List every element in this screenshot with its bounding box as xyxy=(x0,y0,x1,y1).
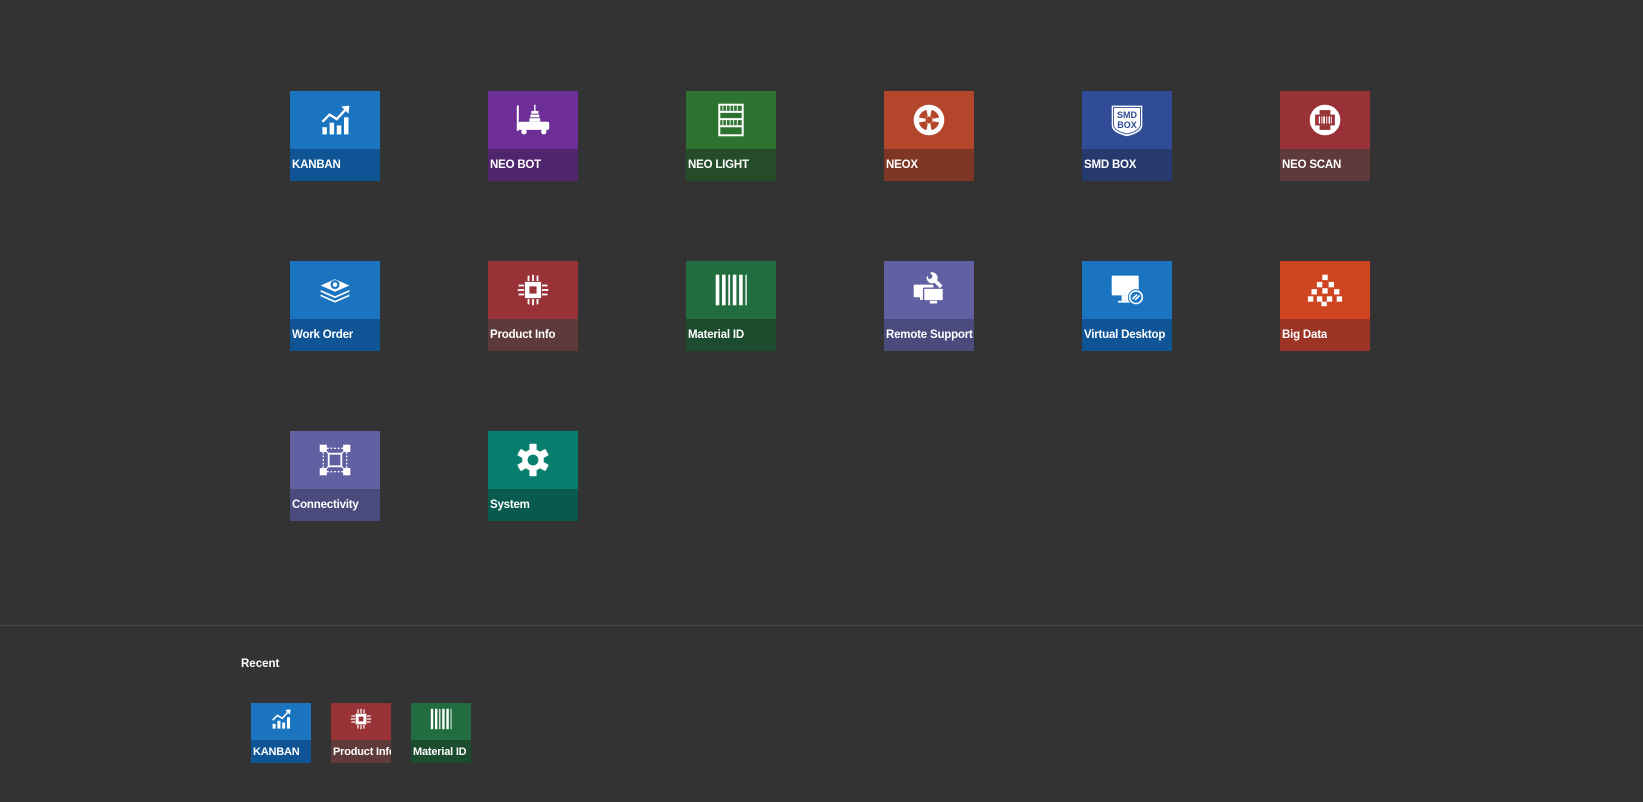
app-tile-work-order[interactable]: Work Order xyxy=(290,261,380,351)
tile-icon-area xyxy=(251,703,311,740)
tile-label-bar: KANBAN xyxy=(290,149,380,181)
tile-icon-area xyxy=(686,261,776,319)
tile-label: Work Order xyxy=(292,329,354,341)
tile-icon-area xyxy=(411,703,471,740)
tile-icon-area xyxy=(1082,261,1172,319)
recent-tile-material-id[interactable]: Material ID xyxy=(411,703,471,763)
tile-label: Material ID xyxy=(688,329,744,341)
tile-label-bar: Connectivity xyxy=(290,489,380,521)
tile-label-bar: Big Data xyxy=(1280,319,1370,351)
app-tile-material-id[interactable]: Material ID xyxy=(686,261,776,351)
app-tile-neo-light[interactable]: NEO LIGHT xyxy=(686,91,776,181)
tile-label-bar: Work Order xyxy=(290,319,380,351)
layers-icon xyxy=(317,272,353,308)
tile-label-bar: Material ID xyxy=(411,740,471,763)
tile-icon-area xyxy=(290,91,380,149)
chip-icon xyxy=(515,272,551,308)
app-tile-kanban[interactable]: KANBAN xyxy=(290,91,380,181)
tile-label-bar: Material ID xyxy=(686,319,776,351)
app-tile-product-info[interactable]: Product Info xyxy=(488,261,578,351)
recent-tile-kanban[interactable]: KANBAN xyxy=(251,703,311,763)
tile-label-bar: Virtual Desktop xyxy=(1082,319,1172,351)
chart-icon xyxy=(317,102,353,138)
shelf-icon xyxy=(713,102,749,138)
tile-label-bar: Product Info xyxy=(331,740,391,763)
tile-label-bar: KANBAN xyxy=(251,740,311,763)
tile-label-bar: NEO LIGHT xyxy=(686,149,776,181)
tile-label: Remote Support xyxy=(886,329,973,341)
recent-title: Recent xyxy=(241,658,280,670)
app-tile-system[interactable]: System xyxy=(488,431,578,521)
tile-icon-area: SMD BOX xyxy=(1082,91,1172,149)
tile-label: Product Info xyxy=(490,329,556,341)
reel-icon xyxy=(911,102,947,138)
chart-icon xyxy=(269,707,293,736)
tile-label-bar: Remote Support xyxy=(884,319,974,351)
barcode-icon xyxy=(429,707,453,736)
tile-label-bar: SMD BOX xyxy=(1082,149,1172,181)
tile-label: Material ID xyxy=(413,745,467,758)
tile-label-bar: NEOX xyxy=(884,149,974,181)
tile-label: System xyxy=(490,499,530,511)
tile-icon-area xyxy=(331,703,391,740)
tile-label-bar: Product Info xyxy=(488,319,578,351)
tile-icon-area xyxy=(1280,91,1370,149)
app-tile-virtual-desktop[interactable]: Virtual Desktop xyxy=(1082,261,1172,351)
recent-tile-product-info[interactable]: Product Info xyxy=(331,703,391,763)
cubes-icon xyxy=(1307,272,1343,308)
chip-icon xyxy=(349,707,373,736)
app-tile-big-data[interactable]: Big Data xyxy=(1280,261,1370,351)
tile-label: Connectivity xyxy=(292,499,359,511)
robot-icon xyxy=(515,102,551,138)
barcode-icon xyxy=(713,272,749,308)
tile-label: Big Data xyxy=(1282,329,1328,341)
remote-support-icon xyxy=(911,272,947,308)
connectivity-icon xyxy=(317,442,353,478)
divider xyxy=(0,625,1643,626)
tile-icon-area xyxy=(488,261,578,319)
tile-label: KANBAN xyxy=(253,745,300,758)
tile-icon-area xyxy=(488,91,578,149)
tile-label-bar: NEO SCAN xyxy=(1280,149,1370,181)
tile-label-bar: NEO BOT xyxy=(488,149,578,181)
app-tile-neo-scan[interactable]: NEO SCAN xyxy=(1280,91,1370,181)
svg-text:SMD: SMD xyxy=(1117,110,1138,120)
gear-icon xyxy=(515,442,551,478)
tile-label: SMD BOX xyxy=(1084,159,1137,171)
tile-icon-area xyxy=(1280,261,1370,319)
tile-icon-area xyxy=(488,431,578,489)
tile-icon-area xyxy=(686,91,776,149)
tile-label: NEO BOT xyxy=(490,159,541,171)
app-grid: KANBAN NEO BOT NEO LIGHT NEOX SMD BOX SMD… xyxy=(290,91,1370,521)
tile-label: KANBAN xyxy=(292,159,341,171)
smd-box-icon: SMD BOX xyxy=(1109,102,1145,138)
tile-label: NEOX xyxy=(886,159,918,171)
tile-icon-area xyxy=(290,431,380,489)
svg-text:BOX: BOX xyxy=(1117,120,1137,130)
tile-label: Product Info xyxy=(333,745,391,758)
app-tile-neo-bot[interactable]: NEO BOT xyxy=(488,91,578,181)
app-tile-neox[interactable]: NEOX xyxy=(884,91,974,181)
virtual-desktop-icon xyxy=(1109,272,1145,308)
app-tile-remote-support[interactable]: Remote Support xyxy=(884,261,974,351)
tile-icon-area xyxy=(884,261,974,319)
app-tile-connectivity[interactable]: Connectivity xyxy=(290,431,380,521)
tile-icon-area xyxy=(884,91,974,149)
scan-icon xyxy=(1307,102,1343,138)
tile-label: NEO SCAN xyxy=(1282,159,1342,171)
tile-label-bar: System xyxy=(488,489,578,521)
tile-label: NEO LIGHT xyxy=(688,159,749,171)
recent-list: KANBAN Product Info Material ID xyxy=(251,703,471,763)
app-tile-smd-box[interactable]: SMD BOX SMD BOX xyxy=(1082,91,1172,181)
tile-icon-area xyxy=(290,261,380,319)
tile-label: Virtual Desktop xyxy=(1084,329,1166,341)
